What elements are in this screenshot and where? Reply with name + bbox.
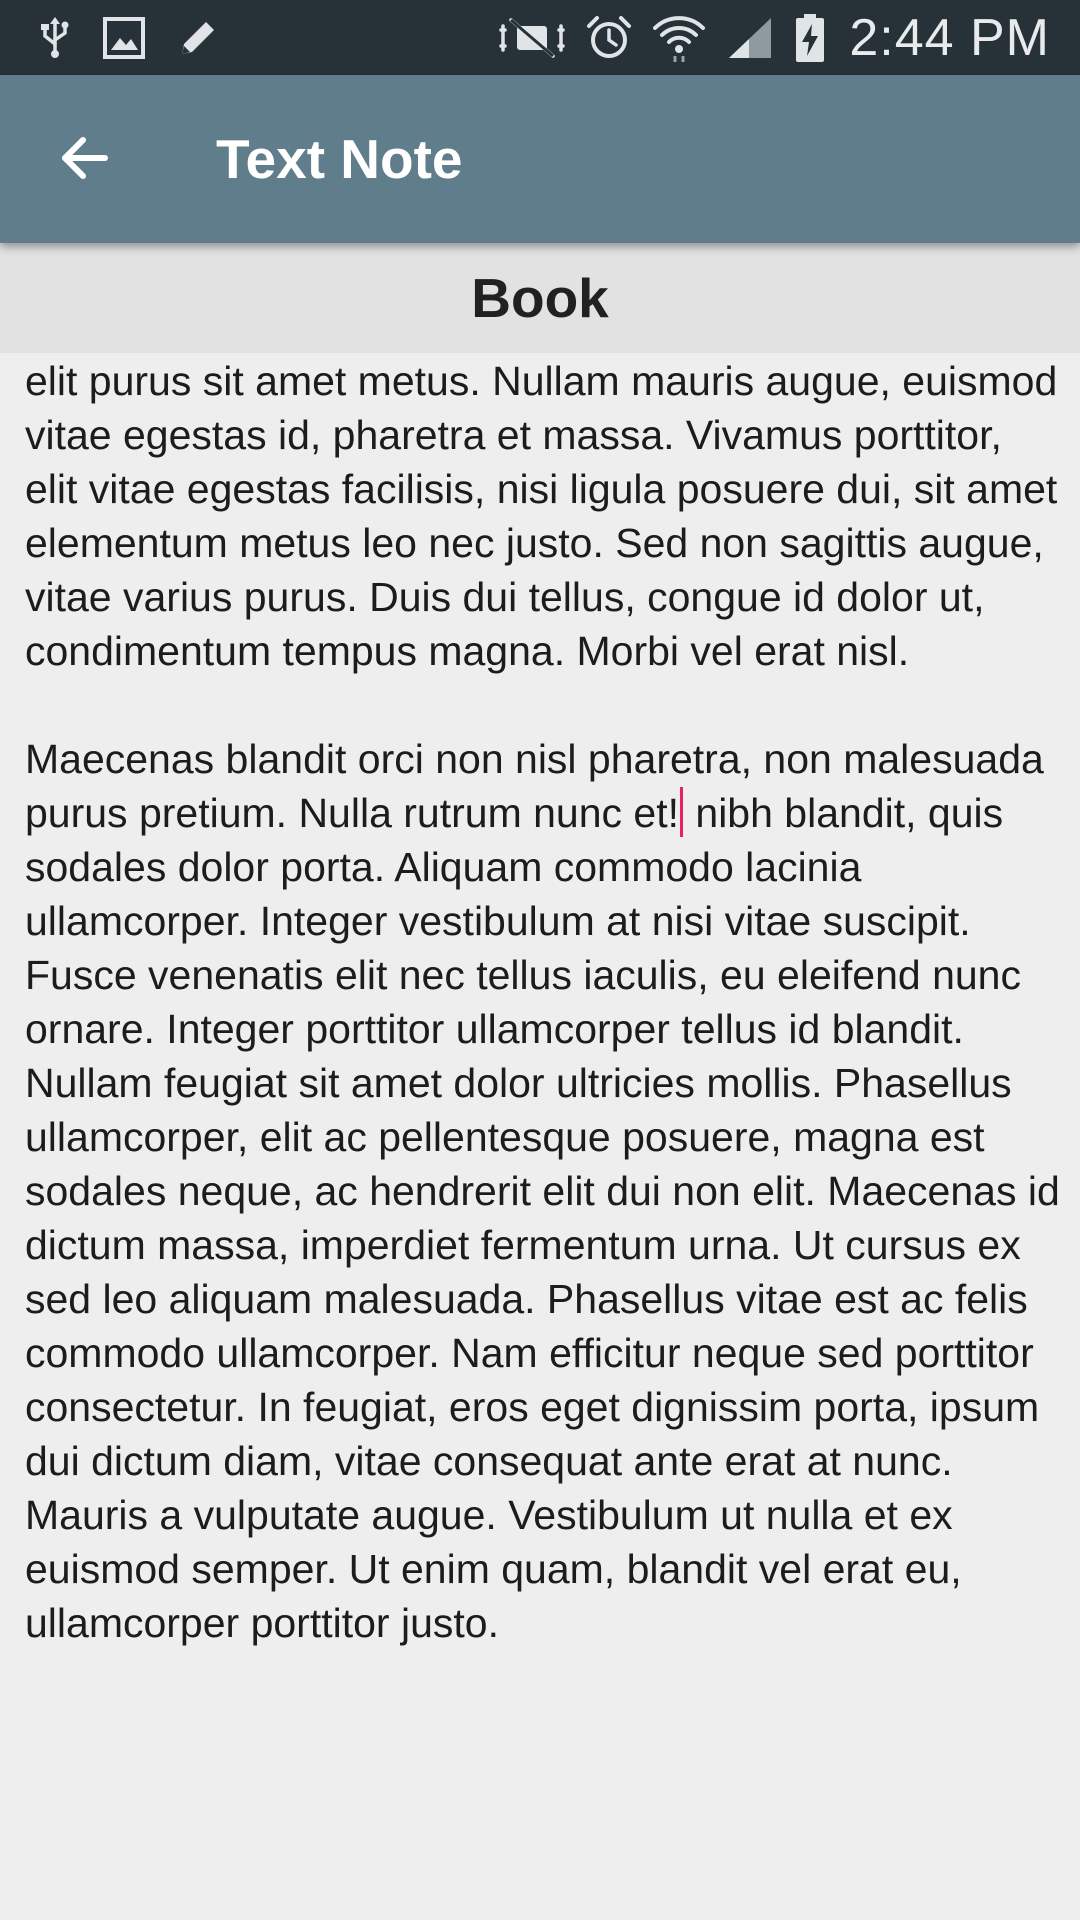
pencil-icon: [176, 16, 220, 60]
app-title: Text Note: [216, 128, 463, 190]
status-clock: 2:44 PM: [849, 9, 1050, 67]
text-cursor: [680, 787, 683, 837]
note-text[interactable]: ultrices viverra, ipsum libero semper ur…: [25, 353, 1065, 1704]
app-bar: Text Note: [0, 75, 1080, 243]
status-left-icons: [38, 14, 220, 62]
mute-icon: [497, 14, 567, 62]
status-right-icons: 2:44 PM: [497, 9, 1050, 67]
arrow-back-icon: [59, 132, 111, 189]
status-bar: 2:44 PM: [0, 0, 1080, 75]
note-editor[interactable]: ultrices viverra, ipsum libero semper ur…: [0, 353, 1080, 1920]
note-title: Book: [471, 267, 609, 329]
back-button[interactable]: [50, 125, 120, 195]
usb-icon: [38, 16, 72, 60]
alarm-icon: [585, 14, 633, 62]
image-icon: [102, 16, 146, 60]
wifi-icon: [651, 12, 707, 64]
signal-icon: [725, 14, 775, 62]
battery-charging-icon: [793, 12, 827, 64]
note-paragraph-1: ultrices viverra, ipsum libero semper ur…: [25, 358, 1058, 674]
note-title-bar[interactable]: Book: [0, 243, 1080, 353]
note-paragraph-2-after-cursor: nibh blandit, quis sodales dolor porta. …: [25, 790, 1060, 1646]
note-paragraph-2: Maecenas blandit orci non nisl pharetra,…: [25, 732, 1065, 1650]
